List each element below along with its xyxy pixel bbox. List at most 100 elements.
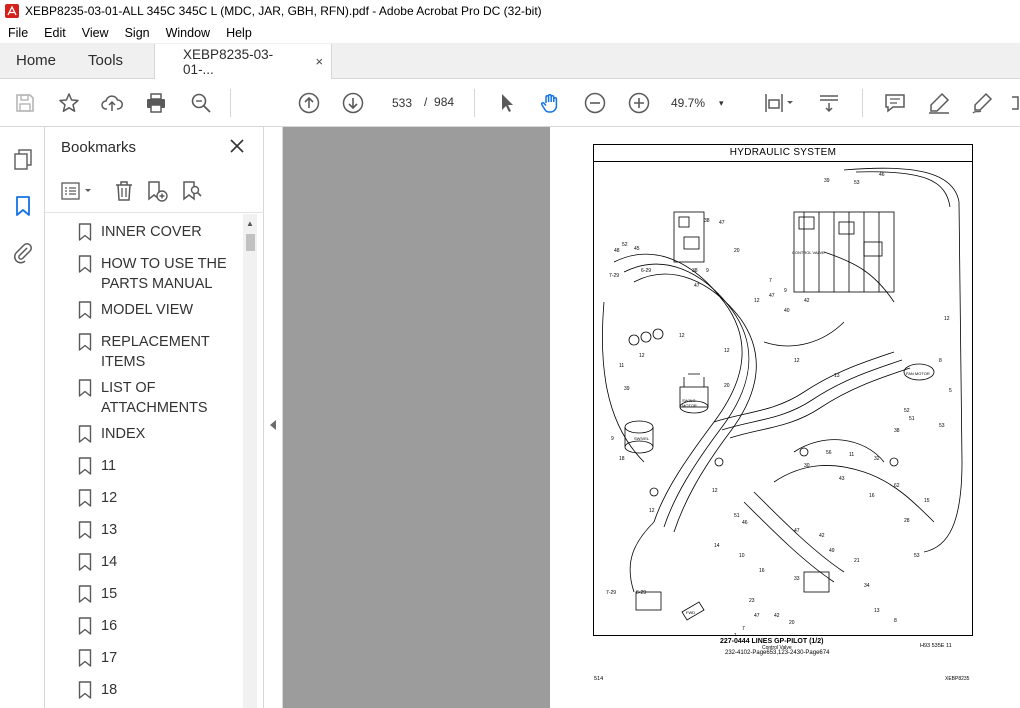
bookmark-item[interactable]: 11 [45,456,243,476]
comment-icon[interactable] [883,91,907,115]
svg-text:38: 38 [692,268,698,274]
svg-text:20: 20 [724,383,730,389]
bookmark-label: LIST OF ATTACHMENTS [101,378,208,418]
page-number-input[interactable]: 533 [385,91,419,113]
menu-file[interactable]: File [0,26,36,40]
menu-edit[interactable]: Edit [36,26,74,40]
bookmark-item[interactable]: 16 [45,616,243,636]
bookmark-label-line: HOW TO USE THE [101,256,227,272]
bookmark-scrollbar[interactable]: ▲ [243,214,257,708]
window-title: XEBP8235-03-01-ALL 345C 345C L (MDC, JAR… [25,4,542,18]
bookmark-options-icon[interactable] [61,179,97,203]
pdf-page: HYDRAULIC SYSTEM 39 53 46 48 52 45 38 47… [550,127,1020,708]
zoom-out-icon[interactable] [583,91,607,115]
menu-help[interactable]: Help [218,26,260,40]
collapse-arrow-icon[interactable] [270,420,276,430]
svg-text:47: 47 [719,220,725,226]
bookmark-icon [78,489,92,507]
bookmark-icon [78,223,92,241]
more-tools-icon[interactable] [1010,91,1020,115]
bookmark-item[interactable]: 18 [45,680,243,700]
svg-text:38: 38 [894,428,900,434]
tab-home[interactable]: Home [0,43,72,78]
next-page-icon[interactable] [341,91,365,115]
draw-sign-icon[interactable] [970,91,994,115]
highlight-pen-icon[interactable] [927,91,951,115]
page-layout-icon[interactable] [762,91,796,115]
bookmark-item[interactable]: HOW TO USE THE PARTS MANUAL [45,254,243,294]
bookmark-label: MODEL VIEW [101,300,193,320]
zoom-in-icon[interactable] [627,91,651,115]
bookmarks-panel: Bookmarks INNER COVER HOW TO USE THE PARTS… [45,127,264,708]
hand-tool-icon[interactable] [538,91,562,115]
left-navigation-rail [0,127,45,708]
bookmark-item[interactable]: 14 [45,552,243,572]
bookmark-label: REPLACEMENT ITEMS [101,332,210,372]
bookmark-icon [78,553,92,571]
scroll-mode-icon[interactable] [817,91,841,115]
new-bookmark-icon[interactable] [145,179,169,203]
bookmark-item[interactable]: REPLACEMENT ITEMS [45,332,243,372]
save-icon[interactable] [13,91,37,115]
bookmark-item[interactable]: INDEX [45,424,243,444]
bookmark-icon [78,425,92,443]
bookmark-label-line: ITEMS [101,354,146,370]
print-icon[interactable] [144,91,168,115]
page-thumbnails-icon[interactable] [11,147,35,171]
close-panel-icon[interactable] [228,137,246,155]
scroll-up-icon[interactable]: ▲ [246,219,254,228]
svg-text:16: 16 [759,568,765,574]
find-bookmark-icon[interactable] [180,179,204,203]
figure-references: 232-4102-Page653,123-2430-Page674 [725,650,830,656]
svg-text:23: 23 [749,598,755,604]
svg-text:49: 49 [829,548,835,554]
svg-text:47: 47 [754,613,760,619]
bookmark-item[interactable]: INNER COVER [45,222,243,242]
svg-text:56: 56 [826,450,832,456]
svg-text:52: 52 [904,408,910,414]
menu-sign[interactable]: Sign [117,26,158,40]
bookmark-panel-icon[interactable] [11,194,35,218]
menu-view[interactable]: View [74,26,117,40]
svg-text:6-29: 6-29 [641,268,651,274]
svg-text:53: 53 [854,180,860,186]
tab-tools[interactable]: Tools [72,43,139,78]
svg-text:FWD: FWD [686,610,695,615]
select-cursor-icon[interactable] [495,91,519,115]
bookmark-item[interactable]: 12 [45,488,243,508]
upload-cloud-icon[interactable] [100,91,124,115]
svg-text:34: 34 [864,583,870,589]
bookmark-item[interactable]: 15 [45,584,243,604]
scrollbar-thumb[interactable] [246,234,255,251]
zoom-value: 49.7% [671,96,706,110]
svg-text:21: 21 [854,558,860,564]
star-icon[interactable] [57,91,81,115]
zoom-dropdown[interactable]: 49.7% ▾ [671,92,741,114]
bookmark-item[interactable]: MODEL VIEW [45,300,243,320]
bookmark-label-line: MODEL VIEW [101,302,194,318]
document-view[interactable]: HYDRAULIC SYSTEM 39 53 46 48 52 45 38 47… [283,127,1020,708]
bookmark-item[interactable]: 13 [45,520,243,540]
bookmark-item[interactable]: 17 [45,648,243,668]
bookmark-label-line: PARTS MANUAL [101,276,213,292]
bookmark-icon [78,457,92,475]
svg-text:14: 14 [714,543,720,549]
svg-text:47: 47 [769,293,775,299]
panel-collapse-strip[interactable] [264,127,283,708]
delete-bookmark-icon[interactable] [112,179,136,203]
svg-text:48: 48 [614,248,620,254]
svg-text:20: 20 [789,620,795,626]
zoom-search-icon[interactable] [189,91,213,115]
svg-text:43: 43 [839,476,845,482]
svg-text:SWIVEL: SWIVEL [634,436,650,441]
bookmark-label-line: REPLACEMENT [101,334,210,350]
bookmark-item[interactable]: LIST OF ATTACHMENTS [45,378,243,418]
menu-window[interactable]: Window [158,26,218,40]
bookmark-label-line: 16 [101,618,118,634]
close-icon[interactable]: × [315,54,323,69]
previous-page-icon[interactable] [297,91,321,115]
tab-document[interactable]: XEBP8235-03-01-... × [154,44,333,79]
svg-text:52: 52 [622,242,628,248]
attachments-paperclip-icon[interactable] [11,241,35,265]
svg-text:12: 12 [649,508,655,514]
